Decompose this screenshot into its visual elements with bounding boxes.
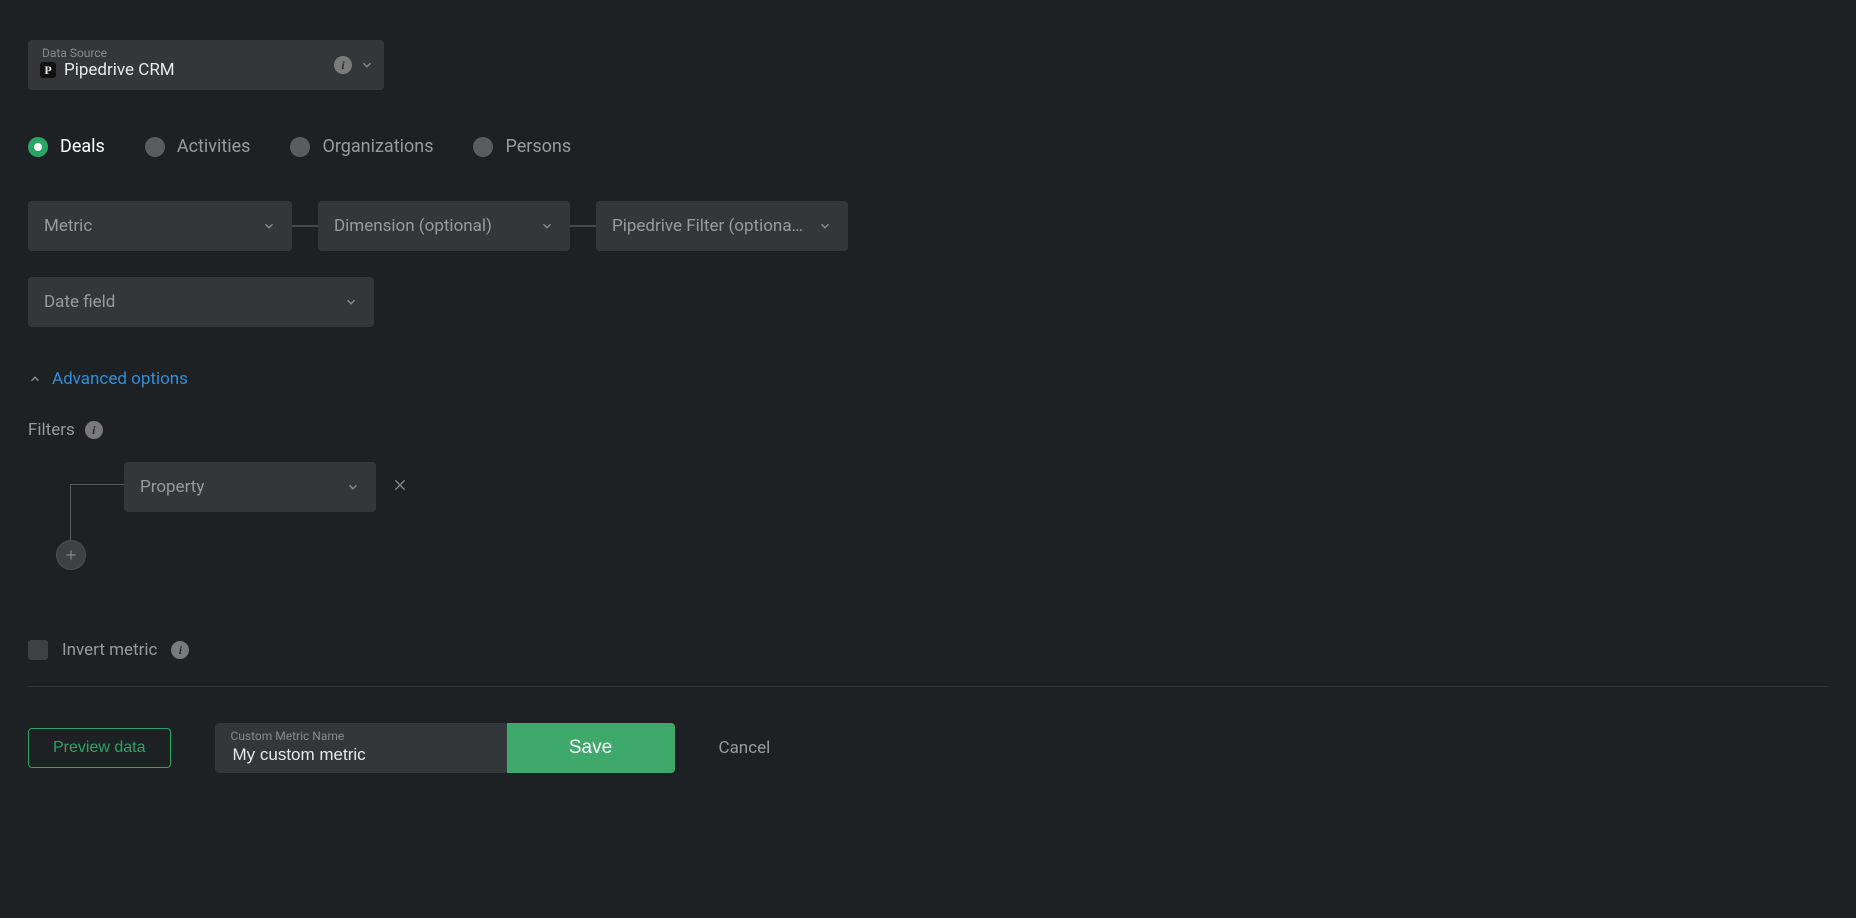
radio-dot-icon bbox=[145, 137, 165, 157]
custom-metric-name-label: Custom Metric Name bbox=[231, 729, 345, 743]
chevron-down-icon bbox=[346, 480, 360, 494]
object-type-radios: Deals Activities Organizations Persons bbox=[28, 136, 1828, 157]
cancel-button[interactable]: Cancel bbox=[719, 738, 771, 758]
select-placeholder: Pipedrive Filter (optiona… bbox=[612, 216, 803, 236]
radio-label: Organizations bbox=[322, 136, 433, 157]
invert-metric-label: Invert metric bbox=[62, 640, 157, 660]
chevron-down-icon bbox=[262, 219, 276, 233]
radio-label: Persons bbox=[505, 136, 571, 157]
info-icon[interactable]: i bbox=[85, 421, 103, 439]
info-icon[interactable]: i bbox=[334, 56, 352, 74]
divider bbox=[28, 686, 1828, 687]
metric-select[interactable]: Metric bbox=[28, 201, 292, 251]
radio-organizations[interactable]: Organizations bbox=[290, 136, 433, 157]
custom-metric-name-field[interactable]: Custom Metric Name bbox=[215, 723, 507, 773]
radio-dot-icon bbox=[28, 137, 48, 157]
chevron-down-icon bbox=[818, 219, 832, 233]
dimension-select[interactable]: Dimension (optional) bbox=[318, 201, 570, 251]
custom-metric-name-input[interactable] bbox=[231, 744, 491, 773]
radio-dot-icon bbox=[290, 137, 310, 157]
pipedrive-filter-select[interactable]: Pipedrive Filter (optiona… bbox=[596, 201, 848, 251]
radio-label: Activities bbox=[177, 136, 251, 157]
radio-deals[interactable]: Deals bbox=[28, 136, 105, 157]
select-placeholder: Property bbox=[140, 477, 204, 497]
advanced-options-label: Advanced options bbox=[52, 369, 188, 389]
connector-line bbox=[570, 225, 596, 227]
datasource-label: Data Source bbox=[42, 46, 107, 60]
date-field-select[interactable]: Date field bbox=[28, 277, 374, 327]
select-placeholder: Metric bbox=[44, 216, 92, 236]
add-filter-button[interactable] bbox=[56, 540, 86, 570]
remove-filter-icon[interactable] bbox=[392, 477, 408, 497]
datasource-select[interactable]: Data Source P Pipedrive CRM i bbox=[28, 40, 384, 90]
radio-label: Deals bbox=[60, 136, 105, 157]
select-placeholder: Dimension (optional) bbox=[334, 216, 492, 236]
chevron-down-icon bbox=[360, 58, 374, 72]
connector-line bbox=[292, 225, 318, 227]
radio-persons[interactable]: Persons bbox=[473, 136, 571, 157]
pipedrive-icon: P bbox=[40, 62, 56, 78]
chevron-down-icon bbox=[540, 219, 554, 233]
filters-label: Filters bbox=[28, 420, 75, 440]
preview-data-button[interactable]: Preview data bbox=[28, 728, 171, 768]
radio-activities[interactable]: Activities bbox=[145, 136, 251, 157]
select-placeholder: Date field bbox=[44, 292, 115, 312]
advanced-options-toggle[interactable]: Advanced options bbox=[28, 369, 188, 389]
info-icon[interactable]: i bbox=[171, 641, 189, 659]
chevron-up-icon bbox=[28, 372, 42, 386]
chevron-down-icon bbox=[344, 295, 358, 309]
invert-metric-checkbox[interactable] bbox=[28, 640, 48, 660]
property-select[interactable]: Property bbox=[124, 462, 376, 512]
radio-dot-icon bbox=[473, 137, 493, 157]
save-button[interactable]: Save bbox=[507, 723, 675, 773]
datasource-value: Pipedrive CRM bbox=[64, 60, 175, 80]
